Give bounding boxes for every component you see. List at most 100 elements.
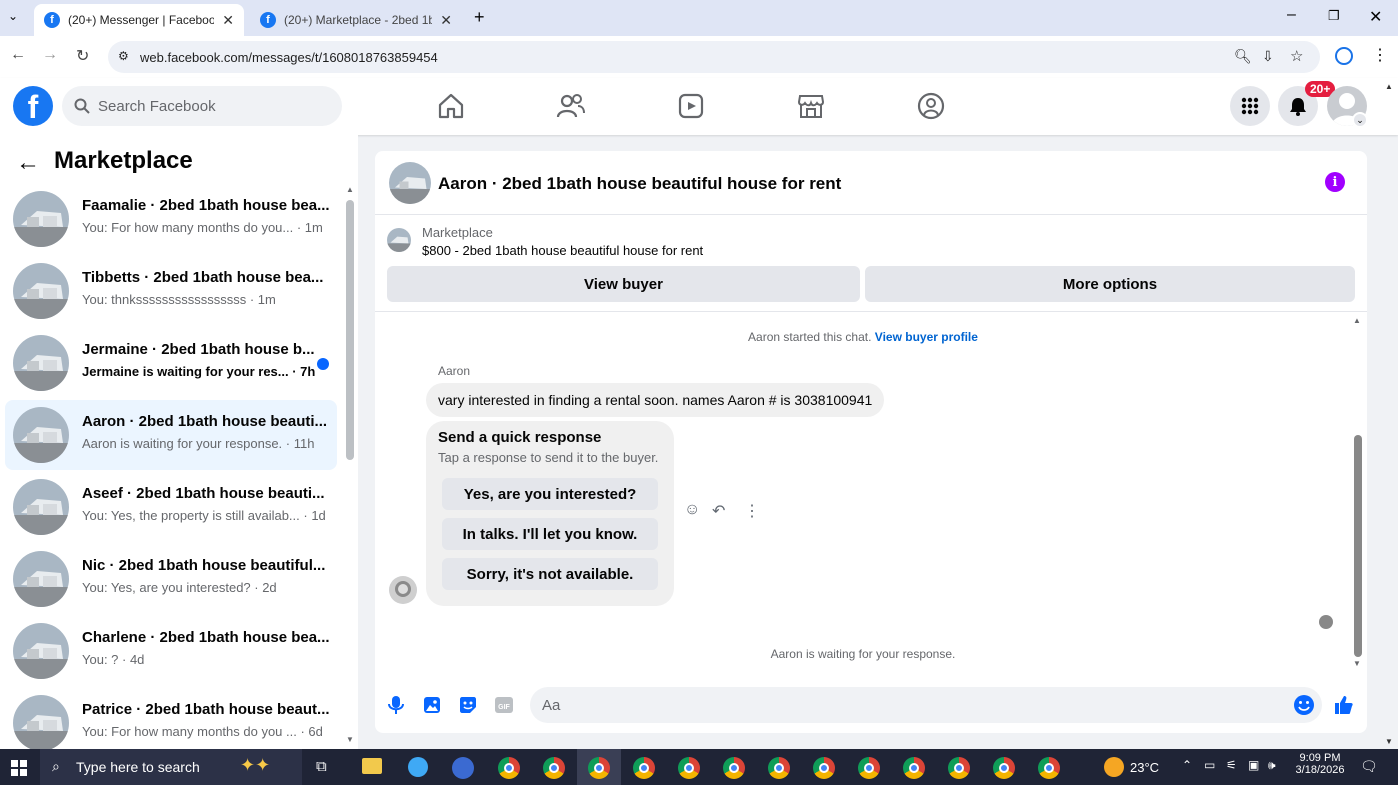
reply-icon[interactable]: ↶: [712, 501, 725, 521]
chrome-icon[interactable]: [903, 757, 925, 779]
quick-response-title: Send a quick response: [438, 429, 602, 446]
page-scroll-down-icon[interactable]: ▼: [1385, 737, 1393, 746]
tab-close-icon[interactable]: ✕: [440, 12, 452, 29]
weather-icon[interactable]: [1104, 757, 1124, 777]
sender-avatar[interactable]: [389, 576, 417, 604]
edge-browser-icon[interactable]: [408, 757, 428, 777]
tab-messenger[interactable]: f (20+) Messenger | Facebook ✕: [34, 4, 244, 36]
tab-list-chevron-icon[interactable]: ⌄: [8, 9, 18, 23]
account-chevron-icon[interactable]: ⌄: [1352, 112, 1368, 128]
chat-scroll-down-icon[interactable]: ▼: [1353, 659, 1361, 668]
menu-grid-button[interactable]: [1230, 86, 1270, 126]
listing-thumbnail[interactable]: [389, 162, 431, 204]
tab-marketplace[interactable]: f (20+) Marketplace - 2bed 1bath ✕: [250, 4, 462, 36]
tray-chevron-icon[interactable]: ⌃: [1182, 758, 1192, 772]
conversation-item[interactable]: Nic · 2bed 1bath house beautiful... You: …: [5, 544, 337, 614]
listing-small-thumbnail[interactable]: [387, 228, 411, 252]
task-view-icon[interactable]: ⧉: [316, 758, 327, 775]
minimize-icon[interactable]: –: [1287, 6, 1296, 24]
friends-icon[interactable]: [556, 91, 586, 121]
chrome-icon[interactable]: [768, 757, 790, 779]
chrome-icon[interactable]: [543, 757, 565, 779]
microphone-icon[interactable]: [385, 694, 407, 716]
site-info-icon[interactable]: ⚙: [118, 49, 129, 63]
forward-icon[interactable]: →: [42, 46, 58, 64]
profile-icon[interactable]: [1335, 47, 1353, 65]
scroll-up-icon[interactable]: ▲: [346, 185, 354, 194]
info-icon[interactable]: i: [1325, 172, 1345, 192]
notification-center-icon[interactable]: 🗨︎: [1360, 758, 1378, 775]
back-arrow-icon[interactable]: ←: [16, 149, 40, 177]
gif-icon[interactable]: GIF: [493, 694, 515, 716]
install-app-icon[interactable]: ⇩: [1262, 48, 1274, 65]
message-input[interactable]: [530, 687, 1322, 723]
video-icon[interactable]: [676, 91, 706, 121]
conversation-item[interactable]: Aseef · 2bed 1bath house beauti... You: Y…: [5, 472, 337, 542]
url-bar[interactable]: ⚙ web.facebook.com/messages/t/1608018763…: [108, 41, 1320, 73]
more-options-button[interactable]: More options: [865, 266, 1355, 302]
sidebar-scrollbar[interactable]: [346, 200, 354, 460]
message-bubble[interactable]: vary interested in finding a rental soon…: [426, 383, 885, 417]
sticker-icon[interactable]: [457, 694, 479, 716]
conversation-item[interactable]: Patrice · 2bed 1bath house beaut... You: …: [5, 688, 337, 749]
zoom-icon[interactable]: 🔍︎: [1234, 48, 1252, 65]
house-photo-icon: [13, 695, 69, 749]
reload-icon[interactable]: ↻: [76, 46, 89, 66]
chrome-icon[interactable]: [1038, 757, 1060, 779]
search-input[interactable]: Search Facebook: [62, 86, 342, 126]
back-icon[interactable]: ←: [10, 46, 26, 64]
restore-icon[interactable]: ❐: [1328, 8, 1340, 24]
emoji-icon[interactable]: [1293, 694, 1315, 716]
quick-response-yes-button[interactable]: Yes, are you interested?: [442, 478, 658, 510]
chrome-icon[interactable]: [498, 757, 520, 779]
taskbar-clock[interactable]: 9:09 PM 3/18/2026: [1290, 752, 1350, 776]
bookmark-star-icon[interactable]: ☆: [1290, 47, 1303, 65]
home-icon[interactable]: [436, 91, 466, 121]
pinned-app-icon[interactable]: [452, 757, 474, 779]
page-scroll-up-icon[interactable]: ▲: [1385, 82, 1393, 91]
conversation-item[interactable]: Faamalie · 2bed 1bath house bea... You: F…: [5, 184, 337, 254]
tray-volume-icon[interactable]: 🕪︎: [1268, 758, 1276, 773]
conversation-item[interactable]: Jermaine · 2bed 1bath house b... Jermaine…: [5, 328, 337, 398]
scroll-down-icon[interactable]: ▼: [346, 735, 354, 744]
browser-menu-icon[interactable]: ⋮: [1372, 45, 1388, 65]
chat-scrollbar[interactable]: [1354, 435, 1362, 657]
file-explorer-icon[interactable]: [362, 758, 382, 774]
taskbar-search-icon: ⌕: [52, 758, 60, 774]
view-buyer-profile-link[interactable]: View buyer profile: [875, 330, 978, 344]
chrome-icon[interactable]: [678, 757, 700, 779]
chat-scroll-up-icon[interactable]: ▲: [1353, 316, 1361, 325]
chrome-icon[interactable]: [723, 757, 745, 779]
tray-display-icon[interactable]: ▣: [1248, 758, 1259, 772]
chrome-icon[interactable]: [588, 757, 610, 779]
chrome-icon[interactable]: [993, 757, 1015, 779]
facebook-logo[interactable]: f: [13, 86, 53, 126]
view-buyer-button[interactable]: View buyer: [387, 266, 860, 302]
tray-device-icon[interactable]: ▭: [1204, 758, 1215, 772]
groups-icon[interactable]: [916, 91, 946, 121]
tab-close-icon[interactable]: ✕: [222, 12, 234, 29]
quick-response-in-talks-button[interactable]: In talks. I'll let you know.: [442, 518, 658, 550]
chrome-icon[interactable]: [858, 757, 880, 779]
chrome-icon[interactable]: [813, 757, 835, 779]
conversation-item[interactable]: Aaron · 2bed 1bath house beauti... Aaron …: [5, 400, 337, 470]
windows-start-icon[interactable]: [11, 760, 27, 776]
search-placeholder: Search Facebook: [98, 97, 216, 115]
taskbar-search-input[interactable]: ⌕ Type here to search ✦✦: [40, 749, 302, 785]
quick-response-not-available-button[interactable]: Sorry, it's not available.: [442, 558, 658, 590]
more-actions-icon[interactable]: ⋮: [744, 501, 760, 521]
listing-title[interactable]: $800 - 2bed 1bath house beautiful house …: [422, 243, 703, 258]
react-icon[interactable]: ☺: [684, 501, 700, 519]
window-close-icon[interactable]: ✕: [1369, 7, 1382, 27]
chrome-icon[interactable]: [633, 757, 655, 779]
new-tab-icon[interactable]: +: [474, 7, 485, 28]
chat-title[interactable]: Aaron · 2bed 1bath house beautiful house…: [438, 174, 841, 194]
like-thumb-icon[interactable]: [1333, 694, 1355, 716]
conversation-item[interactable]: Tibbetts · 2bed 1bath house bea... You: t…: [5, 256, 337, 326]
marketplace-icon[interactable]: [796, 91, 826, 121]
photo-icon[interactable]: [421, 694, 443, 716]
tray-network-icon[interactable]: ⚟: [1226, 758, 1237, 772]
chrome-icon[interactable]: [948, 757, 970, 779]
weather-temperature[interactable]: 23°C: [1130, 760, 1159, 775]
conversation-item[interactable]: Charlene · 2bed 1bath house bea... You: ?…: [5, 616, 337, 686]
